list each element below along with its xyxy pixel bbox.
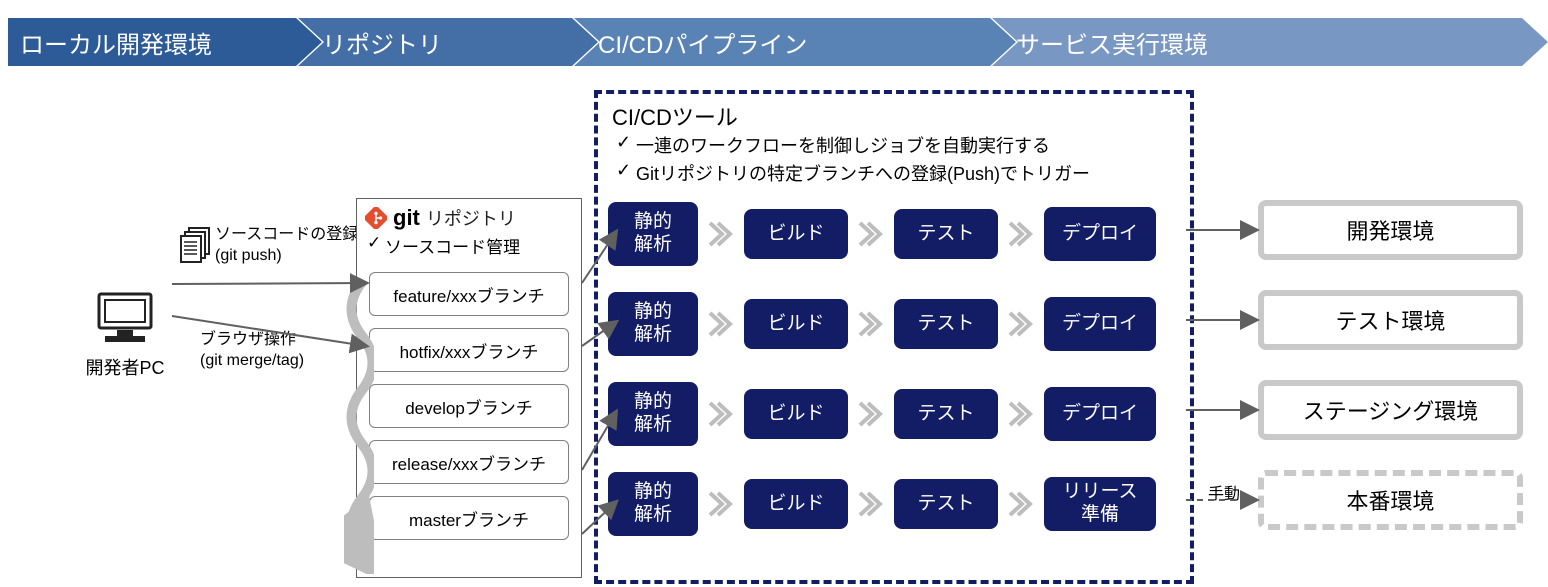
chevron-right-icon (708, 311, 734, 337)
chevron-right-icon (1008, 311, 1034, 337)
env-staging: ステージング環境 (1258, 380, 1523, 440)
stage-deploy: デプロイ (1044, 297, 1156, 351)
banner-label: ローカル開発環境 (20, 25, 212, 60)
browser-caption-line2: (git merge/tag) (200, 351, 304, 372)
stage-release-prep: リリース 準備 (1044, 477, 1156, 531)
git-wordmark: git (393, 205, 420, 231)
stage-static-analysis: 静的 解析 (608, 382, 698, 446)
push-caption: ソースコードの登録 (git push) (215, 225, 358, 267)
pc-label: 開発者PC (80, 354, 170, 380)
developer-pc: 開発者PC (80, 290, 170, 380)
chevron-right-icon (1008, 491, 1034, 517)
chevron-right-icon (858, 491, 884, 517)
env-label: ステージング環境 (1303, 394, 1479, 426)
repo-subtitle: ソースコード管理 (357, 233, 581, 264)
stage-banner: ローカル開発環境 リポジトリ CI/CDパイプライン サービス実行環境 (8, 18, 1540, 66)
banner-cicd: CI/CDパイプライン (574, 18, 1016, 66)
stage-test: テスト (894, 209, 998, 259)
env-dev: 開発環境 (1258, 200, 1523, 260)
chevron-right-icon (858, 401, 884, 427)
chevron-right-icon (708, 221, 734, 247)
banner-local-dev: ローカル開発環境 (8, 18, 322, 66)
chevron-right-icon (708, 491, 734, 517)
banner-runtime: サービス実行環境 (992, 18, 1548, 66)
push-caption-line2: (git push) (215, 246, 358, 267)
document-stack (180, 226, 214, 266)
push-caption-line1: ソースコードの登録 (215, 225, 358, 246)
banner-label: サービス実行環境 (1016, 25, 1208, 60)
env-test: テスト環境 (1258, 290, 1523, 350)
chevron-right-icon (708, 401, 734, 427)
repo-header: git リポジトリ (357, 199, 581, 233)
chevron-right-icon (1008, 221, 1034, 247)
chevron-right-icon (858, 311, 884, 337)
branch-master: masterブランチ (369, 496, 569, 540)
manual-label: 手動 (1208, 480, 1240, 504)
branch-release: release/xxxブランチ (369, 440, 569, 484)
documents-icon (180, 226, 214, 266)
banner-repository: リポジトリ (298, 18, 598, 66)
stage-static-analysis: 静的 解析 (608, 292, 698, 356)
env-prod: 本番環境 (1258, 470, 1523, 530)
banner-label: リポジトリ (322, 25, 442, 60)
branch-hotfix: hotfix/xxxブランチ (369, 328, 569, 372)
env-label: 開発環境 (1346, 214, 1434, 246)
stage-test: テスト (894, 389, 998, 439)
git-icon (365, 207, 387, 229)
repo-title: リポジトリ (426, 205, 516, 231)
pc-icon (93, 290, 157, 348)
git-repo-panel: git リポジトリ ソースコード管理 feature/xxxブランチ hotfi… (356, 198, 582, 578)
stage-build: ビルド (744, 479, 848, 529)
branch-feature: feature/xxxブランチ (369, 272, 569, 316)
pipeline-row: 静的 解析 ビルド テスト デプロイ (608, 382, 1180, 446)
pipeline-row: 静的 解析 ビルド テスト デプロイ (608, 292, 1180, 356)
cicd-title: CI/CDツール (598, 94, 1190, 132)
env-label: テスト環境 (1335, 304, 1445, 336)
pipeline-rows: 静的 解析 ビルド テスト デプロイ 静的 解析 ビルド テスト デプロイ 静的… (608, 202, 1180, 562)
pipeline-row: 静的 解析 ビルド テスト デプロイ (608, 202, 1180, 266)
branch-develop: developブランチ (369, 384, 569, 428)
browser-caption: ブラウザ操作 (git merge/tag) (200, 330, 304, 372)
stage-build: ビルド (744, 209, 848, 259)
cicd-bullet-1: 一連のワークフローを制御しジョブを自動実行する (598, 132, 1190, 160)
env-label: 本番環境 (1346, 484, 1434, 516)
chevron-right-icon (858, 221, 884, 247)
pipeline-row: 静的 解析 ビルド テスト リリース 準備 (608, 472, 1180, 536)
banner-label: CI/CDパイプライン (598, 25, 807, 60)
stage-test: テスト (894, 299, 998, 349)
stage-static-analysis: 静的 解析 (608, 202, 698, 266)
stage-build: ビルド (744, 299, 848, 349)
cicd-panel: CI/CDツール 一連のワークフローを制御しジョブを自動実行する Gitリポジト… (594, 90, 1194, 584)
stage-build: ビルド (744, 389, 848, 439)
stage-static-analysis: 静的 解析 (608, 472, 698, 536)
stage-deploy: デプロイ (1044, 207, 1156, 261)
browser-caption-line1: ブラウザ操作 (200, 330, 304, 351)
cicd-bullet-2: Gitリポジトリの特定ブランチへの登録(Push)でトリガー (598, 160, 1190, 188)
stage-test: テスト (894, 479, 998, 529)
chevron-right-icon (1008, 401, 1034, 427)
stage-deploy: デプロイ (1044, 387, 1156, 441)
